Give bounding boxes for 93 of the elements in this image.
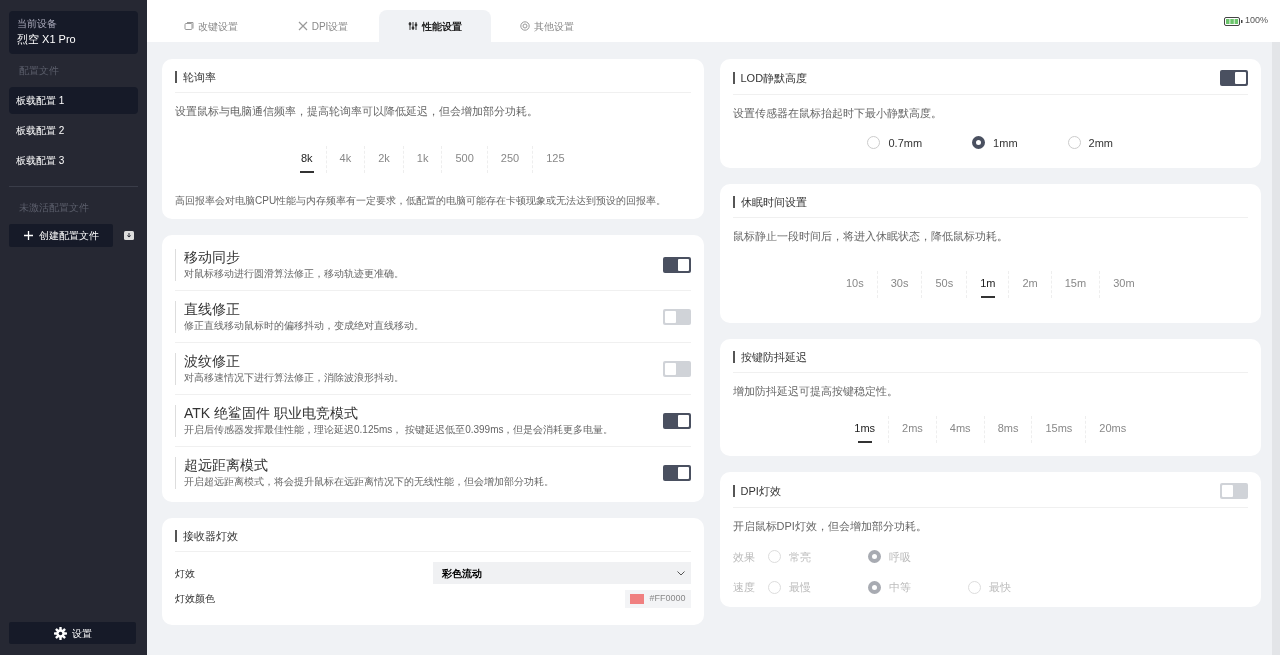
description: 增加防抖延迟可提高按键稳定性。	[732, 384, 899, 399]
option-tab[interactable]: 2k	[364, 145, 403, 173]
field-label: 效果	[732, 549, 756, 565]
tab[interactable]: 改键设置	[155, 10, 267, 42]
settings-button[interactable]: 设置	[9, 622, 136, 644]
radio-label: 2mm	[1088, 135, 1113, 151]
option-tab[interactable]: 15ms	[1031, 415, 1086, 443]
tab[interactable]: 性能设置	[379, 10, 491, 42]
device-name: 烈空 X1 Pro	[17, 32, 77, 47]
radio-label: 1mm	[993, 135, 1018, 151]
feature-description: 开启后传感器发挥最佳性能，理论延迟0.125ms， 按键延迟低至0.399ms，但是会消耗更多电量。	[184, 423, 614, 437]
battery-icon	[1223, 16, 1243, 26]
section-title: DPI灯效	[732, 485, 781, 497]
radio-button[interactable]	[867, 550, 881, 564]
note-text: 高回报率会对电脑CPU性能与内存频率有一定要求，低配置的电脑可能存在卡顿现象或无法达到预设的回报率。	[175, 194, 668, 208]
radio-label: 最慢	[788, 580, 811, 595]
radio-option[interactable]: 1mm	[972, 134, 1018, 151]
section-title: LOD静默高度	[732, 72, 808, 84]
option-tab[interactable]: 1k	[402, 145, 442, 173]
option-tab[interactable]: 500	[441, 145, 487, 173]
radio-label: 呼吸	[888, 549, 911, 565]
toggle-switch[interactable]	[662, 413, 691, 429]
option-tab[interactable]: 4ms	[935, 415, 984, 443]
feature-description: 对高移速情况下进行算法修正，消除波浪形抖动。	[184, 371, 404, 385]
tab[interactable]: 其他设置	[491, 10, 603, 42]
toggle-switch[interactable]	[662, 361, 691, 377]
settings-icon	[53, 626, 67, 640]
radio-option[interactable]: 2mm	[1067, 134, 1113, 151]
radio-option[interactable]: 中等	[867, 579, 968, 596]
dropdown[interactable]: 彩色流动	[432, 562, 691, 584]
section-title: 按键防抖延迟	[732, 351, 807, 363]
feature-title: 移动同步	[184, 249, 241, 266]
create-profile-button[interactable]: 创建配置文件	[9, 223, 113, 247]
color-field[interactable]: #FF0000	[625, 590, 691, 608]
radio-option[interactable]: 0.7mm	[867, 134, 923, 151]
radio-button[interactable]	[972, 136, 986, 150]
radio-button[interactable]	[867, 580, 881, 594]
option-tab[interactable]: 1ms	[841, 415, 889, 443]
feature-title: 超远距离模式	[184, 457, 269, 474]
toggle-switch[interactable]	[662, 257, 691, 273]
toggle-switch[interactable]	[1220, 70, 1248, 86]
field-label: 灯效颜色	[175, 592, 215, 607]
field-label: 灯效	[175, 566, 195, 581]
option-tab[interactable]: 250	[486, 145, 533, 173]
radio-label: 中等	[888, 580, 911, 595]
chevron-down-icon	[676, 570, 685, 576]
option-tab[interactable]: 30m	[1099, 270, 1148, 298]
radio-option[interactable]: 呼吸	[867, 548, 968, 565]
section-title: 轮询率	[175, 71, 216, 83]
plus-icon	[23, 230, 33, 240]
option-tab[interactable]: 15m	[1050, 270, 1100, 298]
feature-description: 开启超远距离模式，将会提升鼠标在远距离情况下的无线性能，但会增加部分功耗。	[184, 475, 554, 489]
toggle-switch[interactable]	[662, 309, 691, 325]
scrollbar[interactable]	[1272, 42, 1280, 655]
radio-option[interactable]: 最慢	[767, 579, 868, 596]
sliders-icon	[408, 21, 418, 31]
feature-title: 直线修正	[184, 301, 241, 318]
option-tab[interactable]: 30s	[876, 270, 922, 298]
feature-title: ATK 绝鲨固件 职业电竞模式	[184, 405, 359, 422]
option-tab[interactable]: 8k	[287, 145, 326, 173]
option-tab[interactable]: 2ms	[888, 415, 936, 443]
section-title: 休眠时间设置	[732, 196, 807, 208]
profile-item[interactable]: 板载配置 3	[9, 146, 138, 174]
toggle-switch[interactable]	[1220, 483, 1248, 499]
feature-title: 波纹修正	[184, 353, 241, 370]
cross-icon	[297, 21, 308, 31]
gear-icon	[520, 21, 530, 31]
tab[interactable]: DPI设置	[267, 10, 379, 42]
section-title: 接收器灯效	[175, 530, 238, 542]
description: 鼠标静止一段时间后，将进入休眠状态，降低鼠标功耗。	[732, 229, 1009, 244]
battery-percentage: 100%	[1244, 14, 1268, 28]
option-tab[interactable]: 4k	[325, 145, 365, 173]
option-tab[interactable]: 1m	[966, 270, 1009, 298]
radio-label: 最快	[988, 580, 1011, 595]
feature-description: 修正直线移动鼠标时的偏移抖动，变成绝对直线移动。	[184, 319, 424, 333]
profile-item[interactable]: 板载配置 1	[9, 86, 138, 114]
option-tab[interactable]: 125	[532, 145, 578, 173]
device-label: 当前设备	[17, 17, 58, 31]
toggle-switch[interactable]	[662, 465, 691, 481]
option-tab[interactable]: 2m	[1008, 270, 1051, 298]
radio-label: 0.7mm	[888, 135, 923, 151]
option-tab[interactable]: 8ms	[983, 415, 1032, 443]
import-icon[interactable]	[124, 230, 134, 240]
profile-item[interactable]: 板载配置 2	[9, 116, 138, 144]
option-tab[interactable]: 50s	[921, 270, 967, 298]
option-tab[interactable]: 10s	[832, 270, 877, 298]
description: 设置传感器在鼠标抬起时下最小静默高度。	[732, 106, 943, 121]
feature-description: 对鼠标移动进行圆滑算法修正，移动轨迹更准确。	[184, 267, 404, 281]
radio-option[interactable]: 最快	[967, 579, 1068, 596]
description: 设置鼠标与电脑通信频率，提高轮询率可以降低延迟，但会增加部分功耗。	[175, 104, 539, 119]
description: 开启鼠标DPI灯效，但会增加部分功耗。	[732, 519, 928, 534]
field-label: 速度	[732, 580, 756, 595]
option-tab[interactable]: 20ms	[1085, 415, 1140, 443]
